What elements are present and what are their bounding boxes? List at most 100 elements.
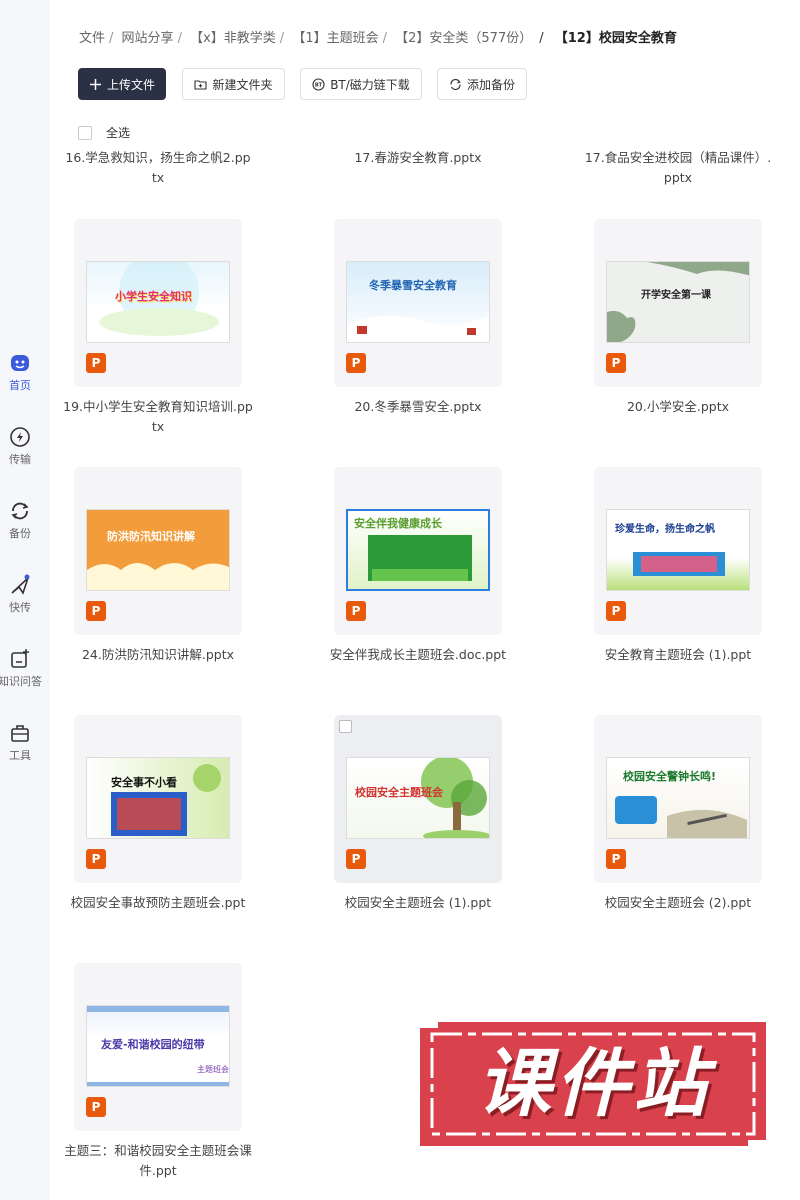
file-thumbnail: 安全事不小看: [86, 757, 230, 839]
add-backup-button[interactable]: 添加备份: [437, 68, 527, 100]
thumbnail-title: 校园安全警钟长鸣!: [623, 770, 717, 783]
file-card[interactable]: 校园安全警钟长鸣! P: [594, 715, 762, 883]
file-thumbnail: 小学生安全知识: [86, 261, 230, 343]
file-select-checkbox[interactable]: [339, 720, 352, 733]
ppt-file-icon: P: [86, 353, 106, 373]
thumbnail-art: [607, 262, 749, 342]
select-all-label: 全选: [106, 126, 131, 140]
file-name[interactable]: 校园安全主题班会 (1).ppt: [323, 893, 513, 913]
file-name[interactable]: 主题三：和谐校园安全主题班会课件.ppt: [63, 1141, 253, 1181]
file-name[interactable]: 16.学急救知识，扬生命之帆2.pptx: [63, 148, 253, 188]
sidebar-item-transfer[interactable]: 传输: [0, 426, 40, 467]
sidebar-item-label: 备份: [9, 527, 31, 540]
sidebar-item-label: 传输: [9, 453, 31, 466]
transfer-icon: [10, 427, 30, 447]
file-card[interactable]: 安全事不小看 P: [74, 715, 242, 883]
bt-download-button-label: BT/磁力链下载: [330, 77, 410, 92]
file-card[interactable]: 安全伴我健康成长 P: [334, 467, 502, 635]
file-name[interactable]: 24.防洪防汛知识讲解.pptx: [63, 645, 253, 665]
file-thumbnail: 防洪防汛知识讲解: [86, 509, 230, 591]
sidebar-item-label: 知识问答: [0, 675, 42, 688]
sidebar-item-label: 首页: [9, 379, 31, 392]
file-card[interactable]: 主题班会 友爱-和谐校园的纽带 P: [74, 963, 242, 1131]
svg-text:主题班会: 主题班会: [197, 1064, 229, 1074]
file-card[interactable]: 防洪防汛知识讲解 P: [74, 467, 242, 635]
breadcrumb-separator: /: [279, 31, 285, 46]
sidebar-item-label: 快传: [9, 601, 31, 614]
breadcrumb-item[interactable]: 文件: [79, 31, 105, 46]
upload-button-label: 上传文件: [106, 77, 155, 92]
sidebar-item-quick-send[interactable]: 快传: [0, 574, 40, 615]
ppt-file-icon: P: [86, 601, 106, 621]
thumbnail-art: [347, 314, 489, 342]
ppt-file-icon: P: [606, 849, 626, 869]
file-name[interactable]: 20.小学安全.pptx: [583, 397, 773, 417]
sidebar-item-backup[interactable]: 备份: [0, 500, 40, 541]
breadcrumb-separator: /: [382, 31, 387, 46]
add-backup-button-label: 添加备份: [466, 77, 515, 92]
breadcrumb-item[interactable]: 【x】非教学类: [190, 31, 276, 46]
thumbnail-art: [111, 764, 221, 836]
file-name[interactable]: 校园安全事故预防主题班会.ppt: [63, 893, 253, 913]
sidebar-item-qa[interactable]: 知识问答: [0, 648, 42, 689]
breadcrumb-item[interactable]: 【1】主题班会: [292, 31, 378, 46]
sidebar-item-tools[interactable]: 工具: [0, 722, 40, 763]
new-folder-button-label: 新建文件夹: [212, 77, 273, 92]
file-name[interactable]: 安全伴我成长主题班会.doc.ppt: [323, 645, 513, 665]
quick-send-icon: [11, 574, 30, 595]
home-icon: [11, 355, 29, 371]
toolbox-icon: [11, 725, 29, 742]
file-thumbnail: 校园安全主题班会: [346, 757, 490, 839]
file-name[interactable]: 17.食品安全进校园（精品课件）.pptx: [583, 148, 773, 188]
breadcrumb-item[interactable]: 网站分享: [122, 31, 174, 46]
file-thumbnail: 安全伴我健康成长: [346, 509, 490, 591]
file-thumbnail: 主题班会 友爱-和谐校园的纽带: [86, 1005, 230, 1087]
sidebar-item-home[interactable]: 首页: [0, 352, 40, 393]
thumbnail-art: [87, 563, 229, 590]
thumbnail-title: 友爱-和谐校园的纽带: [101, 1038, 205, 1051]
bt-download-button[interactable]: BT BT/磁力链下载: [300, 68, 422, 100]
svg-text:BT: BT: [315, 82, 323, 88]
ppt-file-icon: P: [346, 601, 366, 621]
ppt-file-icon: P: [86, 1097, 106, 1117]
file-name[interactable]: 19.中小学生安全教育知识培训.pptx: [63, 397, 253, 437]
sidebar-item-label: 工具: [9, 749, 31, 762]
thumbnail-title: 安全伴我健康成长: [354, 517, 442, 530]
thumbnail-title: 冬季暴雪安全教育: [369, 279, 457, 292]
thumbnail-title: 开学安全第一课: [641, 290, 711, 301]
select-all: 全选: [78, 124, 130, 141]
ppt-file-icon: P: [86, 849, 106, 869]
thumbnail-title: 珍爱生命，扬生命之帆: [615, 524, 715, 535]
file-card[interactable]: 开学安全第一课 P: [594, 219, 762, 387]
select-all-checkbox[interactable]: [78, 125, 92, 140]
thumbnail-title: 校园安全主题班会: [355, 786, 443, 799]
ppt-file-icon: P: [346, 353, 366, 373]
bt-icon: BT: [312, 77, 325, 91]
file-name[interactable]: 校园安全主题班会 (2).ppt: [583, 893, 773, 913]
upload-button[interactable]: 上传文件: [78, 68, 166, 100]
sidebar: 首页 传输 备份 快传 知识问答 工具: [0, 0, 50, 1200]
backup-icon: [11, 502, 29, 520]
ppt-file-icon: P: [606, 353, 626, 373]
file-card[interactable]: 小学生安全知识 P: [74, 219, 242, 387]
thumbnail-title: 小学生安全知识: [115, 290, 192, 303]
sync-icon: [450, 78, 461, 90]
folder-plus-icon: [194, 79, 208, 90]
breadcrumb-current: 【12】校园安全教育: [554, 31, 677, 46]
file-name[interactable]: 20.冬季暴雪安全.pptx: [323, 397, 513, 417]
ppt-file-icon: P: [606, 601, 626, 621]
file-card[interactable]: 冬季暴雪安全教育 P: [334, 219, 502, 387]
breadcrumb-item[interactable]: 【2】安全类（577份）: [395, 31, 532, 46]
ppt-file-icon: P: [346, 849, 366, 869]
file-card[interactable]: 校园安全主题班会 P: [334, 715, 502, 883]
new-folder-button[interactable]: 新建文件夹: [182, 68, 285, 100]
file-thumbnail: 珍爱生命，扬生命之帆: [606, 509, 750, 591]
file-name[interactable]: 安全教育主题班会 (1).ppt: [583, 645, 773, 665]
watermark-text: 课件站: [477, 1041, 711, 1127]
breadcrumb-separator: /: [109, 31, 114, 46]
thumbnail-title: 安全事不小看: [111, 776, 177, 789]
file-thumbnail: 校园安全警钟长鸣!: [606, 757, 750, 839]
file-name[interactable]: 17.春游安全教育.pptx: [323, 148, 513, 168]
breadcrumb-separator: /: [177, 31, 182, 46]
file-card[interactable]: 珍爱生命，扬生命之帆 P: [594, 467, 762, 635]
